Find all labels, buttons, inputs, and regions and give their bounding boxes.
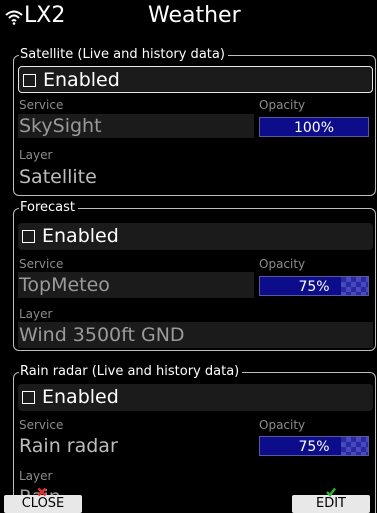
- rain-radar-enabled-checkbox[interactable]: [22, 391, 35, 404]
- wifi-icon: [5, 10, 23, 25]
- green-check-icon: [326, 487, 336, 497]
- satellite-service-field[interactable]: SkySight: [18, 114, 254, 138]
- satellite-layer-value: Satellite: [19, 166, 97, 188]
- satellite-group-label: Satellite (Live and history data): [19, 47, 228, 63]
- rain-radar-service-label: Service: [19, 418, 64, 432]
- satellite-service-value: SkySight: [19, 115, 102, 137]
- forecast-service-label: Service: [19, 257, 64, 271]
- forecast-service-field[interactable]: TopMeteo: [18, 272, 254, 298]
- rain-radar-opacity-value: 75%: [298, 439, 330, 455]
- page-title: Weather: [148, 3, 241, 28]
- satellite-layer-field[interactable]: Satellite: [18, 164, 373, 190]
- edit-button-label: EDIT: [316, 496, 346, 511]
- close-button[interactable]: CLOSE: [4, 487, 82, 513]
- device-name: LX2: [24, 3, 66, 28]
- satellite-service-label: Service: [19, 98, 64, 112]
- rain-radar-layer-label: Layer: [19, 469, 53, 483]
- rain-radar-group: Rain radar (Live and history data) Enabl…: [13, 364, 376, 513]
- rain-radar-enabled-label: Enabled: [42, 386, 119, 408]
- satellite-opacity-value: 100%: [293, 120, 335, 136]
- satellite-layer-label: Layer: [19, 148, 53, 162]
- rain-radar-opacity-label: Opacity: [259, 418, 306, 432]
- rain-radar-service-field[interactable]: Rain radar: [18, 433, 254, 459]
- satellite-enabled-toggle[interactable]: Enabled: [18, 66, 373, 93]
- forecast-enabled-toggle[interactable]: Enabled: [18, 223, 373, 250]
- satellite-opacity-label: Opacity: [259, 98, 306, 112]
- rain-radar-enabled-toggle[interactable]: Enabled: [18, 384, 373, 411]
- close-button-label: CLOSE: [21, 496, 65, 511]
- edit-button[interactable]: EDIT: [292, 487, 370, 513]
- forecast-group-label: Forecast: [19, 200, 79, 216]
- forecast-layer-value: Wind 3500ft GND: [19, 324, 185, 346]
- forecast-opacity-label: Opacity: [259, 257, 306, 271]
- satellite-opacity-slider[interactable]: 100%: [259, 117, 369, 137]
- title-bar: LX2 Weather: [0, 0, 377, 32]
- red-x-icon: [37, 487, 47, 497]
- forecast-layer-label: Layer: [19, 307, 53, 321]
- forecast-layer-field[interactable]: Wind 3500ft GND: [18, 322, 373, 348]
- forecast-group: Forecast Enabled Service Opacity TopMete…: [13, 200, 376, 351]
- rain-radar-service-value: Rain radar: [19, 435, 118, 457]
- forecast-service-value: TopMeteo: [19, 274, 110, 296]
- satellite-group: Satellite (Live and history data) Enable…: [13, 47, 376, 196]
- forecast-enabled-label: Enabled: [42, 225, 119, 247]
- satellite-enabled-label: Enabled: [43, 69, 120, 91]
- forecast-opacity-slider[interactable]: 75%: [259, 276, 369, 296]
- rain-radar-opacity-slider[interactable]: 75%: [259, 436, 369, 456]
- satellite-enabled-checkbox[interactable]: [23, 74, 36, 87]
- forecast-opacity-value: 75%: [298, 279, 330, 295]
- forecast-enabled-checkbox[interactable]: [22, 230, 35, 243]
- rain-radar-group-label: Rain radar (Live and history data): [19, 364, 243, 380]
